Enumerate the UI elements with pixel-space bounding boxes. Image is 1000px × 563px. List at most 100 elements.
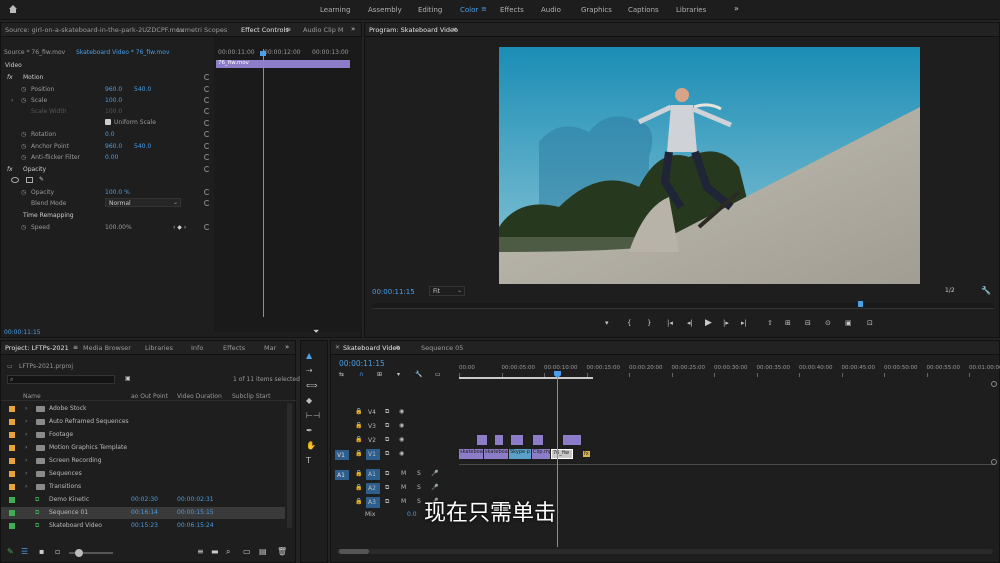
workspace-assembly[interactable]: Assembly	[368, 6, 402, 14]
new-item-icon[interactable]: ▤	[259, 547, 267, 556]
reset-opacity-header-icon[interactable]	[204, 166, 210, 172]
step-forward-icon[interactable]: |▸	[723, 319, 729, 327]
label-color-swatch[interactable]	[9, 523, 15, 529]
mic-icon[interactable]: 🎤	[431, 484, 438, 491]
workspace-learning[interactable]: Learning	[320, 6, 350, 14]
freeform-view-icon[interactable]: ▫	[55, 547, 60, 556]
reset-position-icon[interactable]	[204, 86, 210, 92]
resolution-select[interactable]: 1/2	[943, 286, 965, 296]
sync-lock-icon[interactable]: ⧉	[385, 408, 389, 416]
project-item[interactable]: ⧉ Demo Kinetic 00:02:30 00:00:02:31	[1, 494, 285, 506]
razor-tool-icon[interactable]: ◆	[306, 396, 312, 405]
v1-clip[interactable]: skateboar	[484, 449, 508, 459]
project-item[interactable]: › Sequences	[1, 468, 285, 480]
flicker-value[interactable]: 0.00	[105, 154, 118, 161]
hand-tool-icon[interactable]: ✋	[306, 441, 316, 450]
mute-button[interactable]: M	[401, 470, 406, 477]
v2-clip-1[interactable]	[477, 435, 487, 445]
reset-uniform-icon[interactable]	[204, 120, 210, 126]
go-to-in-icon[interactable]: |◂	[667, 319, 673, 327]
mic-icon[interactable]: 🎤	[431, 470, 438, 477]
track-target-label[interactable]: V2	[366, 435, 380, 446]
expand-arrow-icon[interactable]: ›	[25, 431, 27, 438]
program-menu-icon[interactable]: ≡	[452, 26, 457, 33]
source-patch-a1[interactable]: A1	[335, 470, 349, 480]
workspace-effects[interactable]: Effects	[500, 6, 524, 14]
tab-audio-clip-mixer[interactable]: Audio Clip M	[303, 26, 344, 34]
lock-icon[interactable]: 🔒	[355, 470, 362, 477]
slip-tool-icon[interactable]: ⊢⊣	[306, 411, 320, 420]
workspace-libraries[interactable]: Libraries	[676, 6, 706, 14]
track-target-label[interactable]: V1	[366, 449, 380, 460]
insert-icon[interactable]: ⇧	[767, 319, 773, 327]
expand-arrow-icon[interactable]: ›	[25, 418, 27, 425]
track-select-tool-icon[interactable]: ⇢	[306, 366, 313, 375]
zoom-slider-handle[interactable]	[75, 549, 83, 557]
new-bin-icon[interactable]: ▭	[243, 547, 251, 556]
col-name[interactable]: Name	[23, 393, 41, 400]
v2-clip-2[interactable]	[495, 435, 503, 445]
more-workspaces-icon[interactable]: »	[734, 4, 739, 13]
pen-mask-icon[interactable]: ✎	[39, 176, 44, 183]
tab-effects[interactable]: Effects	[223, 344, 245, 352]
project-item[interactable]: › Adobe Stock	[1, 403, 285, 415]
lock-icon[interactable]: 🔒	[355, 408, 362, 415]
sync-lock-icon[interactable]: ⧉	[385, 470, 389, 478]
label-color-swatch[interactable]	[9, 497, 15, 503]
timeline-playhead-line[interactable]	[557, 377, 558, 547]
col-subclip-start[interactable]: Subclip Start	[232, 393, 270, 400]
list-view-icon[interactable]: ☰	[21, 547, 28, 556]
nest-toggle-icon[interactable]: ⇆	[339, 371, 344, 378]
captions-icon[interactable]: ▭	[435, 371, 441, 378]
ec-playhead-handle[interactable]	[260, 51, 266, 56]
mute-button[interactable]: M	[401, 498, 406, 505]
add-marker-tl-icon[interactable]: ▾	[397, 371, 400, 378]
keyframe-nav-icon[interactable]: ‹ ◆ ›	[173, 224, 186, 231]
lift-icon[interactable]: ⊟	[805, 319, 811, 327]
anchor-stopwatch-icon[interactable]: ◷	[21, 143, 26, 150]
close-sequence-icon[interactable]: ✕	[335, 344, 340, 351]
project-item[interactable]: ⧉ Skateboard Video 00:15:23 00:06:15:24	[1, 520, 285, 532]
eye-icon[interactable]: ◉	[399, 422, 404, 429]
v1-clip[interactable]: 76_fiw	[551, 449, 573, 459]
rotation-value[interactable]: 0.0	[105, 131, 115, 138]
overwrite-icon[interactable]: ⊞	[785, 319, 791, 327]
opacity-stopwatch-icon[interactable]: ◷	[21, 189, 26, 196]
flicker-stopwatch-icon[interactable]: ◷	[21, 154, 26, 161]
tab-effect-controls[interactable]: Effect Controls	[241, 26, 289, 34]
timeline-timecode[interactable]: 00:00:11:15	[339, 359, 385, 368]
filter-icon[interactable]: ⏷	[313, 327, 319, 337]
project-item[interactable]: › Footage	[1, 429, 285, 441]
tab-markers[interactable]: Mar	[264, 344, 276, 352]
label-color-swatch[interactable]	[9, 406, 15, 412]
timeline-h-scrollbar[interactable]	[337, 549, 993, 554]
opacity-value[interactable]: 100.0 %	[105, 189, 130, 196]
position-y[interactable]: 540.0	[134, 86, 151, 93]
v1-clip[interactable]: Clip.mp	[532, 449, 550, 459]
label-color-swatch[interactable]	[9, 432, 15, 438]
find-icon[interactable]: ⌕	[226, 547, 230, 557]
ripple-edit-tool-icon[interactable]: ⟺	[306, 381, 317, 390]
work-area-bar[interactable]	[459, 377, 593, 379]
track-target-label[interactable]: V3	[366, 421, 380, 432]
anchor-x[interactable]: 960.0	[105, 143, 122, 150]
scale-expand-icon[interactable]: ›	[11, 97, 13, 104]
workspace-audio[interactable]: Audio	[541, 6, 561, 14]
reset-scale-width-icon[interactable]	[204, 108, 210, 114]
speed-stopwatch-icon[interactable]: ◷	[21, 224, 26, 231]
label-color-swatch[interactable]	[9, 445, 15, 451]
timeline-scroll-thumb[interactable]	[339, 549, 369, 554]
tab-lumetri-scopes[interactable]: Lumetri Scopes	[177, 26, 227, 34]
pencil-icon[interactable]: ✎	[7, 547, 14, 556]
expand-arrow-icon[interactable]: ›	[25, 457, 27, 464]
label-color-swatch[interactable]	[9, 419, 15, 425]
lock-icon[interactable]: 🔒	[355, 484, 362, 491]
solo-button[interactable]: S	[417, 470, 421, 477]
anchor-y[interactable]: 540.0	[134, 143, 151, 150]
reset-flicker-icon[interactable]	[204, 154, 210, 160]
go-to-out-icon[interactable]: ▸|	[741, 319, 747, 327]
reset-motion-icon[interactable]	[204, 74, 210, 80]
sync-lock-icon[interactable]: ⧉	[385, 436, 389, 444]
timeline-settings-icon[interactable]: 🔧	[415, 371, 422, 378]
ec-clip-bar[interactable]: 76_fiw.mov	[216, 60, 350, 68]
